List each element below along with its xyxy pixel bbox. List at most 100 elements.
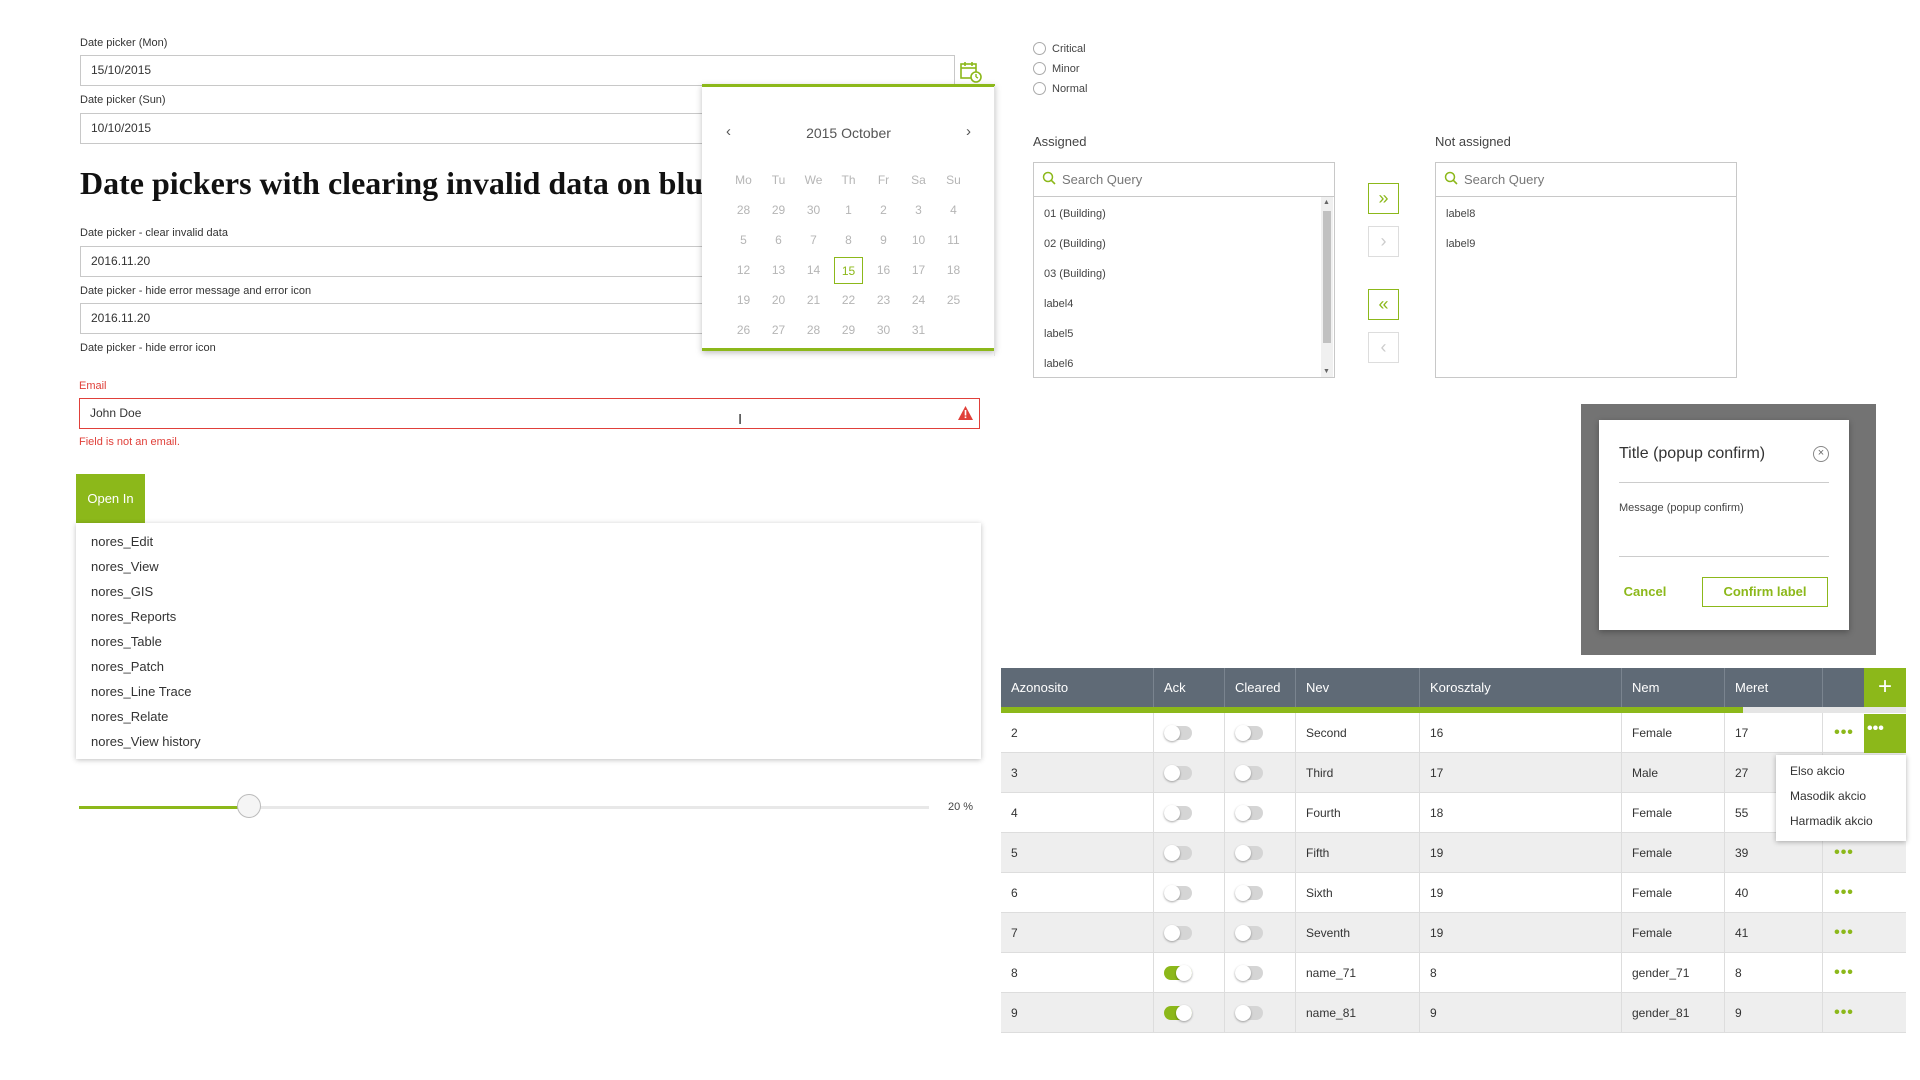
calendar-day[interactable]: 25 bbox=[936, 293, 971, 307]
assigned-search-field[interactable]: Search Query bbox=[1034, 163, 1334, 197]
row-menu-icon[interactable]: ••• bbox=[1823, 993, 1865, 1032]
calendar-day[interactable]: 29 bbox=[761, 203, 796, 217]
cancel-button[interactable]: Cancel bbox=[1619, 577, 1671, 607]
calendar-day[interactable]: 28 bbox=[796, 323, 831, 337]
severity-radio-normal[interactable]: Normal bbox=[1033, 82, 1087, 95]
open-in-menu-item[interactable]: nores_Relate bbox=[76, 704, 981, 729]
list-item[interactable]: label9 bbox=[1436, 229, 1736, 259]
table-row[interactable]: 9 name_81 9 gender_81 9 ••• bbox=[1001, 993, 1906, 1033]
email-input[interactable]: John Doe bbox=[79, 398, 980, 429]
calendar-day[interactable]: 7 bbox=[796, 233, 831, 247]
scroll-up-icon[interactable]: ▲ bbox=[1323, 199, 1330, 206]
calendar-day[interactable]: 4 bbox=[936, 203, 971, 217]
scrollbar-thumb[interactable] bbox=[1323, 211, 1331, 343]
table-row[interactable]: 4Fourth18Female55••• bbox=[1001, 793, 1906, 833]
add-row-button[interactable]: + bbox=[1864, 668, 1906, 707]
table-row[interactable]: 5 Fifth 19 Female 39 ••• bbox=[1001, 833, 1906, 873]
ack-toggle[interactable] bbox=[1164, 1005, 1192, 1021]
ack-toggle[interactable] bbox=[1164, 805, 1192, 821]
ack-toggle[interactable] bbox=[1164, 885, 1192, 901]
date-picker-hide-msg-input[interactable]: 2016.11.20 bbox=[80, 303, 720, 334]
calendar-day[interactable]: 17 bbox=[901, 263, 936, 277]
list-item[interactable]: 02 (Building) bbox=[1034, 229, 1334, 259]
slider-handle[interactable] bbox=[237, 794, 261, 818]
list-item[interactable]: label5 bbox=[1034, 319, 1334, 349]
calendar-day[interactable]: 28 bbox=[726, 203, 761, 217]
column-header-azonosito[interactable]: Azonosito bbox=[1001, 668, 1154, 707]
calendar-day[interactable]: 24 bbox=[901, 293, 936, 307]
row-menu-active-icon[interactable]: ••• bbox=[1867, 720, 1884, 738]
open-in-menu-item[interactable]: nores_Line Trace bbox=[76, 679, 981, 704]
date-picker-clear-input[interactable]: 2016.11.20 bbox=[80, 246, 720, 277]
calendar-day[interactable]: 2 bbox=[866, 203, 901, 217]
calendar-day[interactable]: 14 bbox=[796, 263, 831, 277]
cleared-toggle[interactable] bbox=[1235, 965, 1263, 981]
cleared-toggle[interactable] bbox=[1235, 845, 1263, 861]
calendar-day[interactable]: 18 bbox=[936, 263, 971, 277]
calendar-day[interactable]: 20 bbox=[761, 293, 796, 307]
table-row[interactable]: 7 Seventh 19 Female 41 ••• bbox=[1001, 913, 1906, 953]
calendar-day[interactable]: 30 bbox=[796, 203, 831, 217]
open-in-menu-item[interactable]: nores_View history bbox=[76, 729, 981, 754]
open-in-button[interactable]: Open In bbox=[76, 474, 145, 523]
column-header-nev[interactable]: Nev bbox=[1296, 668, 1420, 707]
radio-circle[interactable] bbox=[1033, 42, 1046, 55]
row-action-item[interactable]: Harmadik akcio bbox=[1776, 809, 1906, 834]
open-in-menu-item[interactable]: nores_Patch bbox=[76, 654, 981, 679]
calendar-day[interactable]: 13 bbox=[761, 263, 796, 277]
scrollbar[interactable]: ▲ ▼ bbox=[1321, 197, 1333, 377]
slider-track[interactable] bbox=[79, 794, 929, 818]
move-right-button[interactable]: › bbox=[1368, 226, 1399, 257]
date-picker-mon-input[interactable]: 15/10/2015 bbox=[80, 55, 955, 86]
row-menu-icon[interactable]: ••• bbox=[1823, 953, 1865, 992]
list-item[interactable]: 01 (Building) bbox=[1034, 199, 1334, 229]
calendar-day[interactable]: 8 bbox=[831, 233, 866, 247]
calendar-day[interactable]: 16 bbox=[866, 263, 901, 277]
calendar-day[interactable]: 29 bbox=[831, 323, 866, 337]
cleared-toggle[interactable] bbox=[1235, 885, 1263, 901]
table-row[interactable]: 3Third17Male27••• bbox=[1001, 753, 1906, 793]
table-row[interactable]: 6 Sixth 19 Female 40 ••• bbox=[1001, 873, 1906, 913]
calendar-day[interactable]: 23 bbox=[866, 293, 901, 307]
list-item[interactable]: label6 bbox=[1034, 349, 1334, 379]
ack-toggle[interactable] bbox=[1164, 845, 1192, 861]
list-item[interactable]: label8 bbox=[1436, 199, 1736, 229]
calendar-next-button[interactable]: › bbox=[966, 123, 971, 140]
row-menu-icon[interactable]: ••• bbox=[1823, 913, 1865, 952]
cleared-toggle[interactable] bbox=[1235, 725, 1263, 741]
cleared-toggle[interactable] bbox=[1235, 925, 1263, 941]
cleared-toggle[interactable] bbox=[1235, 1005, 1263, 1021]
cleared-toggle[interactable] bbox=[1235, 765, 1263, 781]
column-header-korosztaly[interactable]: Korosztaly bbox=[1420, 668, 1622, 707]
calendar-day[interactable]: 10 bbox=[901, 233, 936, 247]
scroll-down-icon[interactable]: ▼ bbox=[1323, 368, 1330, 375]
calendar-day[interactable]: 15 bbox=[834, 256, 863, 284]
row-action-item[interactable]: Elso akcio bbox=[1776, 759, 1906, 784]
table-row[interactable]: 8 name_71 8 gender_71 8 ••• bbox=[1001, 953, 1906, 993]
radio-circle[interactable] bbox=[1033, 62, 1046, 75]
date-picker-sun-input[interactable]: 10/10/2015 bbox=[80, 113, 720, 144]
calendar-day[interactable]: 6 bbox=[761, 233, 796, 247]
calendar-day[interactable]: 9 bbox=[866, 233, 901, 247]
calendar-day[interactable]: 19 bbox=[726, 293, 761, 307]
ack-toggle[interactable] bbox=[1164, 725, 1192, 741]
calendar-day[interactable]: 11 bbox=[936, 233, 971, 247]
calendar-day[interactable]: 30 bbox=[866, 323, 901, 337]
open-in-menu-item[interactable]: nores_GIS bbox=[76, 579, 981, 604]
not-assigned-search-field[interactable]: Search Query bbox=[1436, 163, 1736, 197]
cleared-toggle[interactable] bbox=[1235, 805, 1263, 821]
open-in-menu-item[interactable]: nores_Table bbox=[76, 629, 981, 654]
move-all-left-button[interactable]: « bbox=[1368, 289, 1399, 320]
list-item[interactable]: 03 (Building) bbox=[1034, 259, 1334, 289]
open-in-menu-item[interactable]: nores_Reports bbox=[76, 604, 981, 629]
column-header-ack[interactable]: Ack bbox=[1154, 668, 1225, 707]
calendar-day[interactable]: 31 bbox=[901, 323, 936, 337]
calendar-day[interactable]: 5 bbox=[726, 233, 761, 247]
calendar-day[interactable]: 22 bbox=[831, 293, 866, 307]
radio-circle[interactable] bbox=[1033, 82, 1046, 95]
calendar-day[interactable]: 21 bbox=[796, 293, 831, 307]
ack-toggle[interactable] bbox=[1164, 925, 1192, 941]
table-row[interactable]: 2 Second 16 Female 17 ••• bbox=[1001, 713, 1906, 753]
open-in-menu-item[interactable]: nores_Edit bbox=[76, 529, 981, 554]
row-menu-icon[interactable]: ••• bbox=[1823, 713, 1865, 752]
